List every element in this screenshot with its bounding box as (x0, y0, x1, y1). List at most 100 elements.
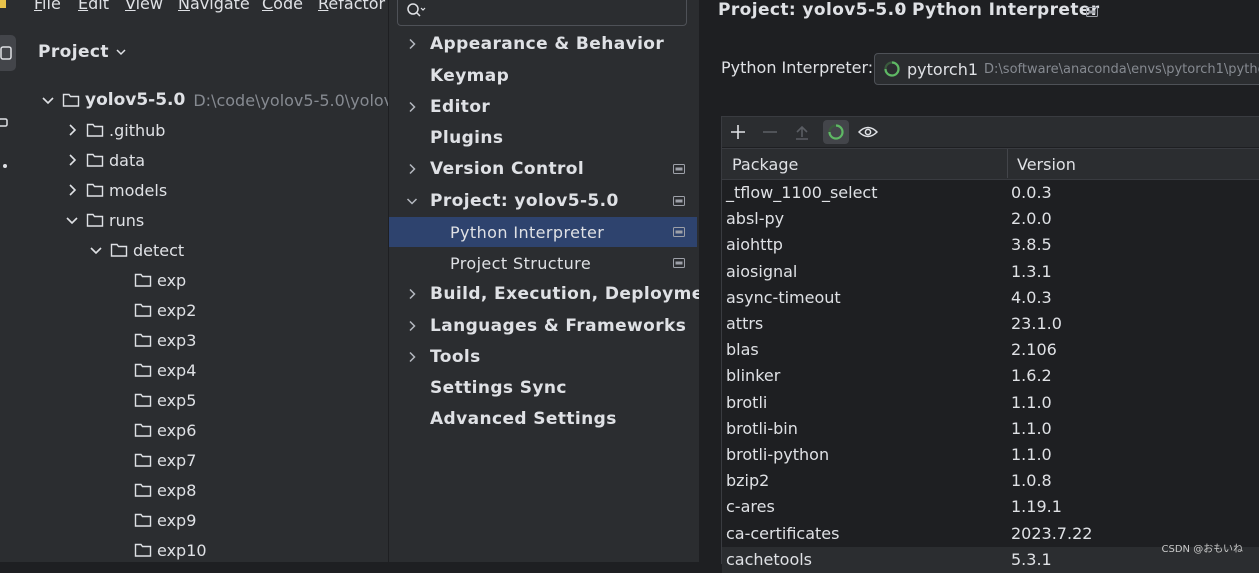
project-folder-icon (0, 46, 12, 60)
settings-nav-settings-sync[interactable]: Settings Sync (389, 373, 697, 403)
folder-icon (134, 303, 152, 317)
settings-nav-languages-frameworks[interactable]: Languages & Frameworks (389, 311, 697, 341)
interpreter-path: D:\software\anaconda\envs\pytorch1\pytho (984, 61, 1259, 77)
folder-icon (110, 243, 128, 257)
column-header-version[interactable]: Version (1017, 155, 1076, 174)
folder-icon (134, 543, 152, 557)
settings-nav-editor[interactable]: Editor (389, 92, 697, 122)
chevron-right-icon[interactable] (405, 350, 419, 364)
settings-nav-version-control[interactable]: Version Control (389, 154, 697, 184)
menu-navigate[interactable]: Navigate (178, 0, 250, 13)
settings-nav-label: Project Structure (450, 253, 592, 273)
tree-item-detect[interactable]: detect (88, 236, 184, 264)
settings-nav-advanced-settings[interactable]: Advanced Settings (389, 404, 697, 434)
chevron-down-icon[interactable] (405, 194, 419, 208)
tree-item-exp10[interactable]: exp10 (112, 536, 207, 564)
eye-icon (858, 126, 878, 138)
chevron-right-icon[interactable] (405, 319, 419, 333)
tree-root-yolov5[interactable]: yolov5-5.0 D:\code\yolov5-5.0\yolov (40, 86, 393, 114)
menu-code[interactable]: Code (262, 0, 303, 13)
tree-item-exp[interactable]: exp (112, 266, 186, 294)
tree-item-data[interactable]: data (64, 146, 145, 174)
chevron-right-icon[interactable] (64, 182, 80, 198)
menu-edit[interactable]: Edit (78, 0, 109, 13)
table-row[interactable]: blas 2.106 (722, 337, 1259, 363)
table-row[interactable]: brotli-bin 1.1.0 (722, 416, 1259, 442)
chevron-right-icon[interactable] (405, 287, 419, 301)
table-row[interactable]: aiosignal 1.3.1 (722, 259, 1259, 285)
package-version: 1.1.0 (1011, 392, 1052, 412)
show-early-releases-button[interactable] (855, 120, 881, 144)
table-row[interactable]: aiohttp 3.8.5 (722, 232, 1259, 258)
table-row[interactable]: absl-py 2.0.0 (722, 206, 1259, 232)
refresh-packages-button[interactable] (823, 120, 849, 144)
tree-item-models[interactable]: models (64, 176, 167, 204)
folder-icon (134, 483, 152, 497)
menu-file[interactable]: File (34, 0, 61, 13)
upgrade-package-button[interactable] (789, 120, 815, 144)
tree-item-label: runs (109, 210, 145, 230)
table-row[interactable]: c-ares 1.19.1 (722, 494, 1259, 520)
settings-nav-plugins[interactable]: Plugins (389, 123, 697, 153)
chevron-right-icon[interactable] (405, 100, 419, 114)
chevron-right-icon[interactable] (405, 37, 419, 51)
chevron-right-icon[interactable] (64, 152, 80, 168)
interpreter-name: pytorch1 (907, 59, 979, 79)
tool-window-strip (0, 22, 23, 562)
tree-item-label: data (109, 150, 146, 170)
table-row[interactable]: async-timeout 4.0.3 (722, 285, 1259, 311)
table-row[interactable]: brotli 1.1.0 (722, 390, 1259, 416)
tree-item-label: exp3 (157, 330, 197, 350)
package-version: 1.6.2 (1011, 366, 1052, 386)
more-tools-icon[interactable] (2, 163, 8, 169)
chevron-right-icon[interactable] (64, 122, 80, 138)
tree-item-github[interactable]: .github (64, 116, 165, 144)
table-row[interactable]: blinker 1.6.2 (722, 363, 1259, 389)
interpreter-select[interactable]: pytorch1 D:\software\anaconda\envs\pytor… (874, 53, 1259, 85)
folder-icon (134, 453, 152, 467)
settings-nav-project-yolov5-5-0[interactable]: Project: yolov5-5.0 (389, 186, 697, 216)
tree-item-exp3[interactable]: exp3 (112, 326, 196, 354)
table-row[interactable]: attrs 23.1.0 (722, 311, 1259, 337)
settings-nav-keymap[interactable]: Keymap (389, 61, 697, 91)
uninstall-package-button[interactable] (757, 120, 783, 144)
table-row[interactable]: brotli-python 1.1.0 (722, 442, 1259, 468)
package-name: attrs (726, 314, 764, 333)
breadcrumb-parent[interactable]: Project: yolov5-5.0 (718, 0, 907, 20)
install-package-button[interactable] (725, 120, 751, 144)
chevron-down-icon[interactable] (88, 242, 104, 258)
chevron-down-icon[interactable] (40, 92, 56, 108)
structure-icon[interactable] (0, 117, 10, 129)
menu-refactor[interactable]: Refactor (318, 0, 385, 13)
settings-nav-label: Version Control (430, 159, 585, 179)
settings-nav-appearance-behavior[interactable]: Appearance & Behavior (389, 29, 697, 59)
project-tool-button[interactable] (0, 35, 16, 71)
settings-nav-project-structure[interactable]: Project Structure (389, 248, 697, 278)
tree-item-exp9[interactable]: exp9 (112, 506, 196, 534)
tree-item-exp5[interactable]: exp5 (112, 386, 196, 414)
tree-item-runs[interactable]: runs (64, 206, 144, 234)
tree-item-exp2[interactable]: exp2 (112, 296, 196, 324)
settings-nav-tools[interactable]: Tools (389, 342, 697, 372)
settings-search-input[interactable] (397, 0, 687, 26)
tree-item-exp4[interactable]: exp4 (112, 356, 196, 384)
search-field[interactable] (428, 0, 682, 22)
tree-item-exp6[interactable]: exp6 (112, 416, 196, 444)
project-scope-icon (673, 164, 685, 174)
chevron-right-icon[interactable] (405, 162, 419, 176)
table-row[interactable]: _tflow_1100_select 0.0.3 (722, 180, 1259, 206)
tree-item-exp7[interactable]: exp7 (112, 446, 196, 474)
package-version: 4.0.3 (1011, 287, 1052, 307)
package-name: c-ares (726, 497, 775, 517)
settings-nav-build-execution-deployment[interactable]: Build, Execution, Deployment (389, 279, 724, 309)
settings-nav-python-interpreter[interactable]: Python Interpreter (389, 217, 697, 247)
tree-item-exp8[interactable]: exp8 (112, 476, 196, 504)
menu-view[interactable]: View (125, 0, 163, 13)
package-name: cachetools (726, 549, 813, 569)
chevron-down-icon[interactable] (64, 212, 80, 228)
loading-spinner-icon (884, 61, 900, 77)
project-view-selector[interactable]: Project (38, 42, 127, 62)
package-name: aiohttp (726, 235, 783, 255)
table-row[interactable]: bzip2 1.0.8 (722, 468, 1259, 494)
column-header-package[interactable]: Package (732, 155, 798, 174)
